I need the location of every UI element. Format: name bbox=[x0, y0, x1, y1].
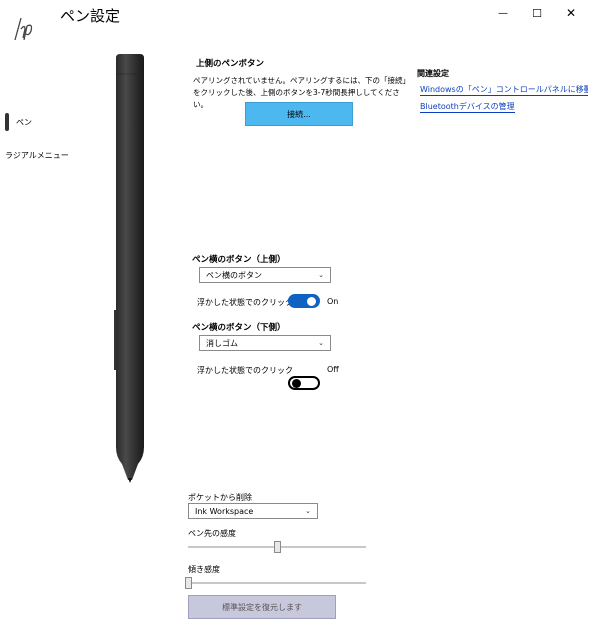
upper-button-heading: 上側のペンボタン bbox=[196, 59, 265, 69]
toggle-knob bbox=[307, 296, 316, 306]
maximize-button[interactable]: ☐ bbox=[520, 0, 554, 26]
close-button[interactable]: ✕ bbox=[554, 0, 588, 26]
related-settings-title: 関連設定 bbox=[417, 69, 449, 78]
pocket-removal-dropdown[interactable]: Ink Workspace ⌄ bbox=[188, 503, 318, 519]
toggle-knob bbox=[292, 379, 301, 388]
tilt-sensitivity-slider[interactable] bbox=[185, 576, 366, 590]
side-lower-toggle-state: Off bbox=[327, 365, 339, 374]
minimize-button[interactable]: — bbox=[486, 0, 520, 26]
tip-sensitivity-slider[interactable] bbox=[188, 540, 366, 554]
pocket-removal-value: Ink Workspace bbox=[195, 506, 254, 516]
slider-thumb[interactable] bbox=[185, 577, 192, 589]
pocket-removal-label: ポケットから削除 bbox=[188, 493, 252, 502]
side-upper-hover-toggle[interactable] bbox=[288, 294, 320, 308]
side-upper-dropdown[interactable]: ペン横のボタン ⌄ bbox=[199, 267, 331, 283]
side-lower-dropdown-value: 消しゴム bbox=[206, 338, 238, 348]
tip-sensitivity-label: ペン先の感度 bbox=[188, 529, 236, 538]
manage-bluetooth-devices-link[interactable]: Bluetoothデバイスの管理 bbox=[420, 101, 515, 113]
hp-logo-icon bbox=[12, 12, 42, 42]
nav-selected-indicator bbox=[5, 113, 9, 131]
nav-item-radial-menu[interactable]: ラジアルメニュー bbox=[5, 150, 69, 161]
side-upper-dropdown-value: ペン横のボタン bbox=[206, 270, 262, 280]
app-title: ペン設定 bbox=[60, 7, 121, 25]
side-lower-dropdown[interactable]: 消しゴム ⌄ bbox=[199, 335, 331, 351]
chevron-down-icon: ⌄ bbox=[318, 339, 324, 347]
side-lower-hover-toggle[interactable] bbox=[288, 376, 320, 390]
maximize-icon: ☐ bbox=[532, 6, 542, 20]
nav-item-pen[interactable]: ペン bbox=[16, 117, 32, 128]
side-lower-heading: ペン横のボタン（下側） bbox=[192, 323, 286, 333]
side-lower-hover-label: 浮かした状態でのクリック bbox=[197, 366, 293, 375]
slider-thumb[interactable] bbox=[274, 541, 281, 553]
side-upper-toggle-state: On bbox=[327, 297, 339, 306]
restore-defaults-button[interactable]: 標準設定を復元します bbox=[188, 595, 336, 619]
restore-defaults-label: 標準設定を復元します bbox=[222, 602, 302, 612]
side-upper-hover-label: 浮かした状態でのクリック bbox=[197, 298, 293, 307]
windows-pen-control-panel-link[interactable]: Windowsの「ペン」コントロールパネルに移動しま bbox=[420, 84, 588, 96]
tilt-sensitivity-label: 傾き感度 bbox=[188, 565, 220, 574]
connect-button-label: 接続... bbox=[287, 109, 311, 119]
side-upper-heading: ペン横のボタン（上側） bbox=[192, 255, 286, 265]
slider-track bbox=[188, 582, 366, 584]
minimize-icon: — bbox=[498, 7, 508, 19]
close-icon: ✕ bbox=[565, 6, 577, 20]
connect-button[interactable]: 接続... bbox=[245, 102, 353, 126]
pen-illustration bbox=[105, 52, 155, 488]
chevron-down-icon: ⌄ bbox=[318, 271, 324, 279]
chevron-down-icon: ⌄ bbox=[305, 507, 311, 515]
